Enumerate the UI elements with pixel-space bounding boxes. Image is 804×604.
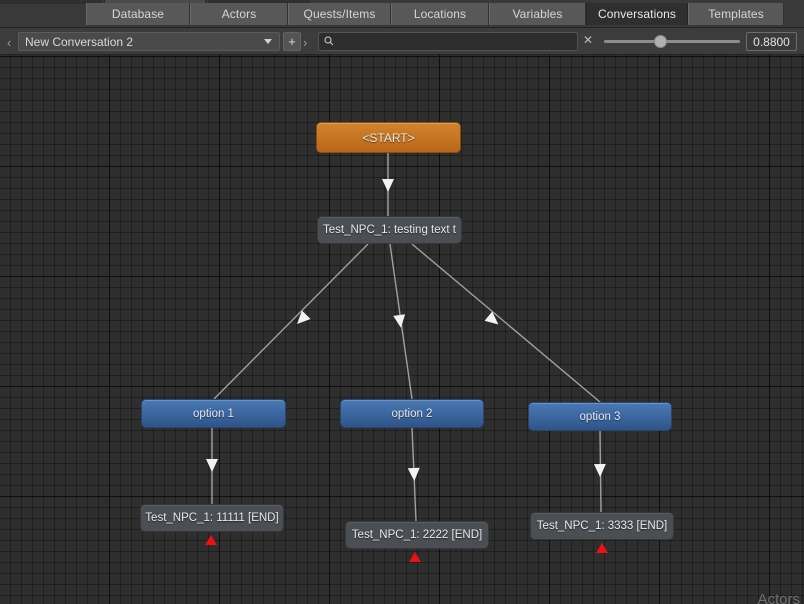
end-marker-end2 xyxy=(409,552,421,562)
edge-arrowhead-icon xyxy=(206,459,218,472)
background-window-label: Actors xyxy=(757,591,800,604)
tab-bar: Database Actors Quests/Items Locations Varia… xyxy=(0,0,804,28)
chevron-down-icon xyxy=(264,39,272,44)
main-tabs: Database Actors Quests/Items Locations Varia… xyxy=(86,3,784,25)
end-marker-end1 xyxy=(205,535,217,545)
chevron-left-icon[interactable]: ‹ xyxy=(7,36,11,49)
graph-node-end2[interactable]: Test_NPC_1: 2222 [END] xyxy=(345,521,489,549)
graph-node-opt3[interactable]: option 3 xyxy=(528,402,672,431)
edge-opt2-to-end2 xyxy=(407,427,420,522)
zoom-value-field[interactable]: 0.8800 xyxy=(746,32,797,51)
edge-start-to-npc1 xyxy=(382,153,394,216)
chevron-right-icon[interactable]: › xyxy=(303,36,307,49)
conversation-dropdown[interactable]: New Conversation 2 xyxy=(18,32,280,51)
background-window-tabs xyxy=(0,0,312,4)
edge-opt1-to-end1 xyxy=(206,428,218,504)
graph-node-opt1[interactable]: option 1 xyxy=(141,399,286,428)
tab-actors[interactable]: Actors xyxy=(190,3,288,25)
edge-npc1-to-opt3 xyxy=(411,243,601,403)
tab-locations[interactable]: Locations xyxy=(391,3,489,25)
graph-node-npc1[interactable]: Test_NPC_1: testing text t xyxy=(317,216,462,244)
graph-node-end3[interactable]: Test_NPC_1: 3333 [END] xyxy=(530,512,674,540)
edge-npc1-to-opt1 xyxy=(213,243,369,400)
end-marker-end3 xyxy=(596,543,608,553)
conversation-dropdown-label: New Conversation 2 xyxy=(25,34,134,49)
add-conversation-button[interactable]: + xyxy=(283,32,301,51)
tab-database[interactable]: Database xyxy=(86,3,190,25)
search-input[interactable] xyxy=(338,34,577,49)
edge-arrowhead-icon xyxy=(382,179,394,192)
tab-templates[interactable]: Templates xyxy=(688,3,784,25)
tab-quests-items[interactable]: Quests/Items xyxy=(288,3,391,25)
graph-node-end1[interactable]: Test_NPC_1: 11111 [END] xyxy=(140,504,284,532)
edge-arrowhead-icon xyxy=(484,311,499,325)
conversation-canvas[interactable]: <START> Test_NPC_1: testing text t option … xyxy=(0,55,804,604)
zoom-slider[interactable] xyxy=(604,35,740,48)
search-field-container[interactable] xyxy=(318,32,578,51)
editor-window: Database Actors Quests/Items Locations Varia… xyxy=(0,0,804,604)
edge-arrowhead-icon xyxy=(393,314,406,328)
conversation-toolbar: ‹ New Conversation 2 + › ✕ 0.8800 xyxy=(0,28,804,55)
edge-npc1-to-opt2 xyxy=(389,243,413,400)
search-icon xyxy=(324,33,334,51)
edge-arrowhead-icon xyxy=(593,463,606,477)
graph-node-opt2[interactable]: option 2 xyxy=(340,399,484,428)
zoom-slider-handle[interactable] xyxy=(654,35,667,48)
graph-node-start[interactable]: <START> xyxy=(316,122,461,153)
tab-conversations[interactable]: Conversations xyxy=(586,3,688,25)
tab-variables[interactable]: Variables xyxy=(489,3,586,25)
edge-opt3-to-end3 xyxy=(593,430,606,513)
edge-arrowhead-icon xyxy=(407,467,420,481)
clear-search-icon[interactable]: ✕ xyxy=(583,34,593,46)
edge-arrowhead-icon xyxy=(297,310,311,324)
